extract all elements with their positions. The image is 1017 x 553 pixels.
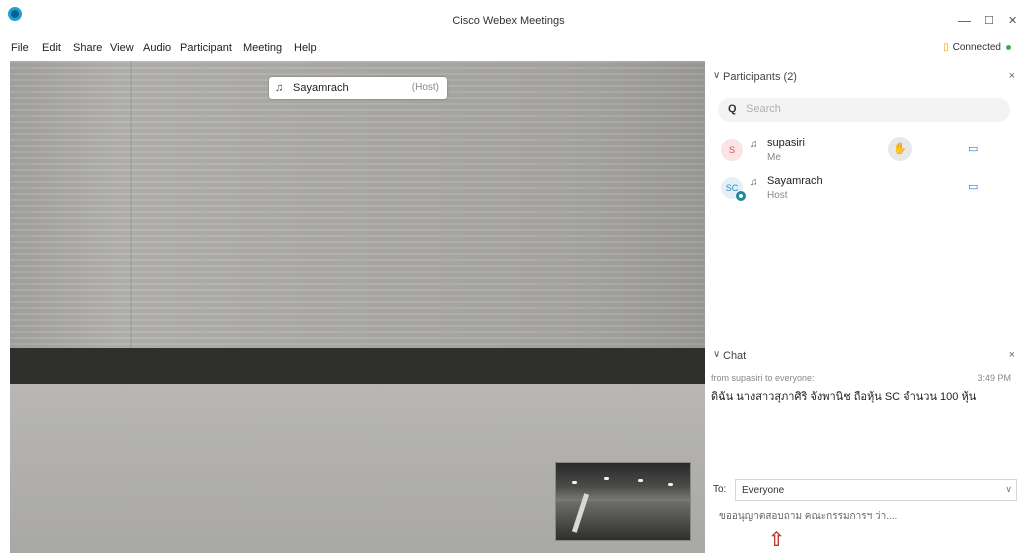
window-title: Cisco Webex Meetings	[452, 15, 565, 27]
participant-row[interactable]: SC ♫ Sayamrach Host ▭	[705, 170, 1017, 208]
recipient-select[interactable]: Everyone ∨	[735, 479, 1017, 501]
participant-role: Me	[767, 152, 781, 163]
close-icon[interactable]: ×	[1009, 349, 1015, 361]
chevron-down-icon: ∨	[1005, 484, 1012, 494]
camera-icon[interactable]: ▭	[968, 180, 978, 193]
microphone-icon[interactable]: ♫	[750, 139, 758, 150]
menu-file[interactable]: File	[11, 42, 29, 54]
maximize-button[interactable]: ☐	[984, 14, 994, 27]
search-icon: Q	[728, 103, 737, 115]
signal-icon: ▯	[943, 42, 949, 53]
title-bar: Cisco Webex Meetings — ☐ ✕	[0, 0, 1017, 36]
participants-header[interactable]: ∨ Participants (2) ×	[705, 63, 1017, 89]
ceiling-light	[572, 481, 577, 484]
chat-message-meta: from supasiri to everyone: 3:49 PM	[711, 373, 1011, 383]
connection-status[interactable]: ▯ Connected	[943, 42, 1011, 53]
minimize-button[interactable]: —	[958, 13, 971, 28]
participant-role: Host	[767, 190, 788, 201]
arrow-up-icon: ⇧	[768, 529, 785, 551]
to-label: To:	[713, 484, 727, 495]
chat-title: Chat	[723, 350, 747, 362]
menu-audio[interactable]: Audio	[143, 42, 171, 54]
chat-sender: from supasiri to everyone:	[711, 373, 815, 383]
recipient-value: Everyone	[742, 485, 785, 496]
self-view-video[interactable]	[555, 462, 691, 541]
chat-recipient-row: To: Everyone ∨	[705, 479, 1017, 501]
chat-header[interactable]: ∨ Chat ×	[705, 342, 1017, 368]
participants-title: Participants (2)	[723, 71, 797, 83]
chat-timestamp: 3:49 PM	[977, 373, 1011, 383]
ceiling-light	[668, 483, 673, 486]
chat-message-text: ดิฉัน นางสาวสุภาศิริ จังพานิช ถือหุ้น SC…	[711, 391, 977, 403]
speaker-name: Sayamrach	[293, 82, 349, 94]
speaker-role: (Host)	[411, 82, 439, 93]
status-dot-icon	[1006, 44, 1011, 50]
participant-search[interactable]: Q	[718, 98, 1010, 122]
menu-share[interactable]: Share	[73, 42, 102, 54]
search-input[interactable]	[746, 103, 996, 115]
active-speaker-tag: ♫ Sayamrach (Host)	[269, 77, 447, 99]
avatar: SC	[721, 177, 746, 201]
right-panel: ∨ Participants (2) × Q S ♫ supasiri Me ✋…	[705, 61, 1017, 553]
raise-hand-icon[interactable]: ✋	[888, 137, 912, 161]
participant-row[interactable]: S ♫ supasiri Me ✋ ▭	[705, 132, 1017, 170]
chevron-down-icon[interactable]: ∨	[713, 70, 720, 81]
wall-stripe	[10, 348, 705, 384]
connection-label: Connected	[952, 42, 1001, 53]
participant-name: Sayamrach	[767, 175, 823, 187]
avatar-initials: SC	[725, 183, 739, 193]
camera-icon[interactable]: ▭	[968, 142, 978, 155]
chevron-down-icon[interactable]: ∨	[713, 349, 720, 360]
microphone-icon[interactable]: ♫	[750, 177, 758, 188]
close-icon[interactable]: ×	[1009, 70, 1015, 82]
ceiling-light	[604, 477, 609, 480]
menu-participant[interactable]: Participant	[180, 42, 232, 54]
menu-bar: File Edit Share View Audio Participant M…	[0, 36, 1017, 60]
participant-name: supasiri	[767, 137, 805, 149]
menu-edit[interactable]: Edit	[42, 42, 61, 54]
close-button[interactable]: ✕	[1008, 14, 1017, 27]
menu-meeting[interactable]: Meeting	[243, 42, 282, 54]
chat-input[interactable]: ขออนุญาตสอบถาม คณะกรรมการฯ ว่า....	[719, 509, 1009, 524]
microphone-icon: ♫	[275, 82, 284, 94]
ceiling-light	[638, 479, 643, 482]
avatar: S	[721, 139, 743, 161]
presenter-icon	[736, 191, 746, 201]
menu-help[interactable]: Help	[294, 42, 317, 54]
menu-view[interactable]: View	[110, 42, 134, 54]
